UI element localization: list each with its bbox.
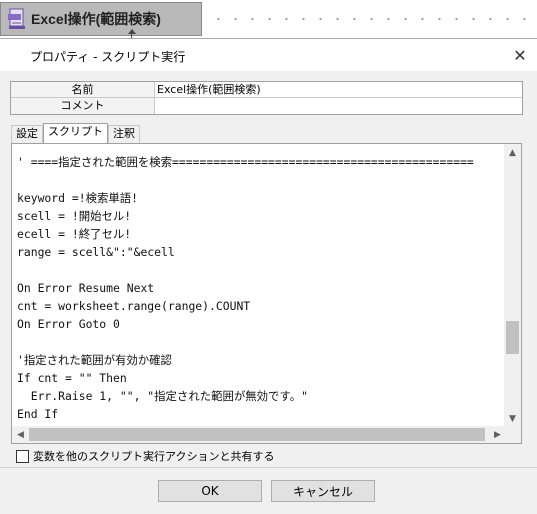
script-line: End If — [17, 407, 59, 421]
script-line: If cnt = "" Then — [17, 371, 127, 385]
property-key: コメント — [11, 98, 155, 114]
tab-script[interactable]: スクリプト — [43, 123, 108, 143]
script-line: '指定された範囲が有効か確認 — [17, 353, 172, 367]
tab-strip: 設定 スクリプト 注釈 — [11, 123, 140, 143]
dialog-titlebar: プロパティ - スクリプト実行 ✕ — [0, 39, 537, 71]
tab-annotation[interactable]: 注釈 — [108, 125, 140, 143]
scroll-corner — [504, 426, 521, 443]
flow-canvas: Excel操作(範囲検索) — [0, 0, 537, 44]
script-line: keyword =!検索単語! — [17, 191, 138, 205]
property-row-comment: コメント — [11, 98, 522, 114]
cancel-button[interactable]: キャンセル — [271, 480, 375, 502]
canvas-grid-dots — [210, 18, 530, 20]
horizontal-scrollbar[interactable]: ◀ ▶ — [12, 426, 506, 443]
close-button[interactable]: ✕ — [509, 44, 531, 66]
tab-settings[interactable]: 設定 — [11, 125, 43, 143]
horizontal-scroll-thumb[interactable] — [29, 428, 485, 441]
divider — [0, 467, 537, 468]
script-file-icon — [8, 8, 25, 29]
script-line — [17, 171, 503, 189]
script-line: range = scell&":"&ecell — [17, 245, 175, 259]
dialog-title: プロパティ - スクリプト実行 — [30, 50, 186, 64]
script-line — [17, 333, 503, 351]
property-grid: 名前 Excel操作(範囲検索) コメント — [10, 81, 523, 115]
name-field[interactable]: Excel操作(範囲検索) — [155, 82, 522, 97]
script-line: scell = !開始セル! — [17, 209, 132, 223]
ok-button[interactable]: OK — [158, 480, 262, 502]
share-variables-label: 変数を他のスクリプト実行アクションと共有する — [33, 450, 275, 463]
script-line: On Error Resume Next — [17, 281, 155, 295]
comment-field[interactable] — [155, 98, 522, 114]
action-node-label: Excel操作(範囲検索) — [31, 11, 161, 27]
script-line: On Error Goto 0 — [17, 317, 120, 331]
share-variables-option[interactable]: 変数を他のスクリプト実行アクションと共有する — [16, 448, 274, 464]
script-line: cnt = worksheet.range(range).COUNT — [17, 299, 251, 313]
property-key: 名前 — [11, 82, 155, 97]
properties-dialog: プロパティ - スクリプト実行 ✕ 名前 Excel操作(範囲検索) コメント … — [0, 38, 537, 514]
script-line: Err.Raise 1, "", "指定された範囲が無効です。" — [17, 389, 308, 403]
scroll-left-icon[interactable]: ◀ — [12, 426, 29, 443]
vertical-scrollbar[interactable]: ▲ ▼ — [504, 144, 521, 427]
property-row-name: 名前 Excel操作(範囲検索) — [11, 82, 522, 98]
script-code[interactable]: ' ====指定された範囲を検索========================… — [17, 153, 503, 423]
action-node[interactable]: Excel操作(範囲検索) — [0, 2, 202, 36]
close-icon: ✕ — [513, 45, 527, 65]
share-variables-checkbox[interactable] — [16, 449, 29, 463]
script-line — [17, 261, 503, 279]
script-editor[interactable]: ' ====指定された範囲を検索========================… — [11, 143, 522, 444]
script-line: ecell = !終了セル! — [17, 227, 132, 241]
scroll-up-icon[interactable]: ▲ — [504, 144, 521, 161]
script-line: ' ====指定された範囲を検索========================… — [17, 155, 474, 169]
scroll-down-icon[interactable]: ▼ — [504, 410, 521, 427]
vertical-scroll-thumb[interactable] — [506, 321, 519, 354]
